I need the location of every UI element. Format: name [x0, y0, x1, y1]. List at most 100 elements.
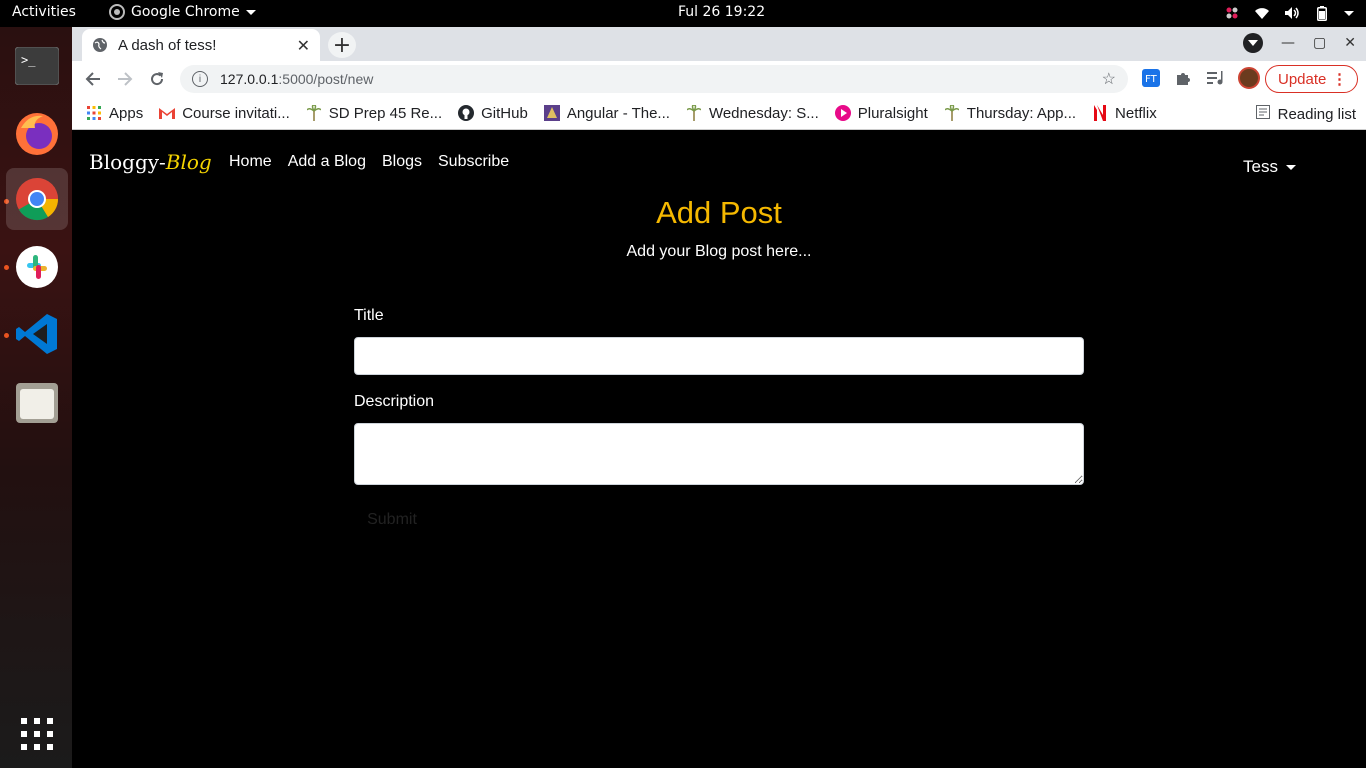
- description-textarea[interactable]: [354, 423, 1084, 485]
- svg-text:>_: >_: [21, 53, 36, 67]
- extensions-area: FT: [1142, 67, 1260, 89]
- bookmark-label: Netflix: [1115, 104, 1157, 122]
- reload-icon[interactable]: [146, 68, 168, 90]
- tab-title: A dash of tess!: [118, 36, 217, 54]
- chrome-icon[interactable]: [6, 168, 68, 230]
- chevron-down-icon: [245, 9, 256, 15]
- bookmark-course-invitation[interactable]: Course invitati...: [159, 105, 290, 122]
- palm-tree-icon: [944, 105, 960, 121]
- page-title: Add Post: [656, 195, 782, 230]
- bookmark-label: Course invitati...: [182, 104, 290, 122]
- site-nav: Home Add a Blog Blogs Subscribe: [229, 153, 509, 171]
- site-brand[interactable]: Bloggy-Blog: [89, 150, 212, 174]
- vscode-icon[interactable]: [6, 303, 68, 365]
- profile-avatar[interactable]: [1238, 67, 1260, 89]
- reading-list-button[interactable]: Reading list: [1255, 105, 1356, 123]
- bookmark-label: Thursday: App...: [966, 104, 1077, 122]
- palm-tree-icon: [306, 105, 322, 121]
- system-tray[interactable]: [1224, 5, 1354, 21]
- page-subtitle: Add your Blog post here...: [626, 243, 812, 260]
- bookmark-label: Apps: [109, 104, 144, 122]
- slack-tray-icon[interactable]: [1224, 5, 1240, 21]
- update-label: Update: [1278, 70, 1327, 88]
- apps-grid-icon: [86, 105, 102, 121]
- volume-icon[interactable]: [1284, 5, 1300, 21]
- bookmark-sd-prep[interactable]: SD Prep 45 Re...: [306, 105, 442, 122]
- address-bar[interactable]: i 127.0.0.1:5000/post/new ☆: [180, 65, 1128, 93]
- dock: >_: [0, 27, 72, 768]
- web-page: Bloggy-Blog Home Add a Blog Blogs Subscr…: [72, 130, 1366, 768]
- extension-ft-icon[interactable]: FT: [1142, 69, 1160, 87]
- nav-add-blog[interactable]: Add a Blog: [288, 153, 366, 171]
- bookmark-pluralsight[interactable]: Pluralsight: [834, 104, 928, 122]
- tab-strip: A dash of tess! ✕ + — ▢ ✕: [72, 27, 1366, 61]
- new-tab-button[interactable]: +: [328, 32, 356, 58]
- battery-icon[interactable]: [1314, 5, 1330, 21]
- submit-button[interactable]: Submit: [354, 506, 430, 534]
- puzzle-icon[interactable]: [1174, 69, 1192, 87]
- minimize-icon[interactable]: —: [1281, 35, 1295, 51]
- bookmark-netflix[interactable]: Netflix: [1092, 105, 1157, 122]
- bookmark-label: Pluralsight: [857, 104, 928, 122]
- title-input[interactable]: [354, 337, 1084, 375]
- bookmark-label: Angular - The...: [566, 104, 670, 122]
- angular-icon: [543, 105, 560, 121]
- brand-accent: Blog: [165, 150, 212, 174]
- pluralsight-icon: [834, 105, 851, 121]
- bookmark-github[interactable]: GitHub: [458, 105, 528, 122]
- browser-window: A dash of tess! ✕ + — ▢ ✕ i 127.0.0.1:50…: [72, 27, 1366, 768]
- bookmark-angular[interactable]: Angular - The...: [543, 104, 670, 122]
- svg-text:FT: FT: [1145, 74, 1158, 85]
- chevron-down-icon: [1285, 164, 1296, 170]
- reading-list-icon: [1255, 105, 1270, 123]
- close-icon[interactable]: ✕: [297, 36, 310, 55]
- user-name: Tess: [1243, 157, 1278, 176]
- globe-icon: [92, 37, 108, 53]
- bookmark-apps[interactable]: Apps: [86, 105, 143, 122]
- title-label: Title: [354, 307, 384, 324]
- activities-button[interactable]: Activities: [12, 4, 76, 20]
- brand-plain: Bloggy-: [89, 150, 166, 174]
- chevron-down-icon[interactable]: [1344, 10, 1354, 16]
- window-controls: — ▢ ✕: [1243, 33, 1356, 53]
- bookmark-thursday[interactable]: Thursday: App...: [944, 105, 1076, 122]
- palm-tree-icon: [686, 105, 702, 121]
- system-top-bar: Activities Google Chrome Ful 26 19:22: [0, 0, 1366, 27]
- media-control-icon[interactable]: [1206, 69, 1224, 87]
- app-grid-icon[interactable]: [6, 703, 68, 765]
- clock[interactable]: Ful 26 19:22: [678, 4, 765, 20]
- nav-blogs[interactable]: Blogs: [382, 153, 422, 171]
- terminal-icon[interactable]: >_: [6, 35, 68, 97]
- user-menu[interactable]: Tess: [1243, 157, 1296, 177]
- browser-tab[interactable]: A dash of tess! ✕: [82, 29, 320, 61]
- update-button[interactable]: Update ⋮: [1265, 65, 1358, 93]
- reading-list-label: Reading list: [1277, 105, 1356, 123]
- app-menu-label: Google Chrome: [131, 4, 240, 20]
- bookmark-wednesday[interactable]: Wednesday: S...: [686, 105, 819, 122]
- maximize-icon[interactable]: ▢: [1313, 35, 1326, 51]
- github-icon: [458, 105, 475, 121]
- description-label: Description: [354, 393, 435, 410]
- gmail-icon: [159, 105, 176, 121]
- back-icon[interactable]: [82, 68, 104, 90]
- url-host: 127.0.0.1: [220, 71, 279, 87]
- forward-icon[interactable]: [114, 68, 136, 90]
- files-icon[interactable]: [6, 372, 68, 434]
- more-vert-icon: ⋮: [1332, 71, 1347, 88]
- bookmark-label: Wednesday: S...: [708, 104, 819, 122]
- wifi-icon[interactable]: [1254, 5, 1270, 21]
- site-info-icon[interactable]: i: [192, 71, 208, 87]
- slack-icon[interactable]: [6, 236, 68, 298]
- netflix-icon: [1092, 105, 1108, 121]
- close-window-icon[interactable]: ✕: [1344, 35, 1356, 51]
- bookmark-label: GitHub: [481, 104, 528, 122]
- tab-search-icon[interactable]: [1243, 33, 1264, 53]
- nav-home[interactable]: Home: [229, 153, 272, 171]
- firefox-icon[interactable]: [6, 103, 68, 165]
- browser-toolbar: i 127.0.0.1:5000/post/new ☆ FT Update ⋮: [72, 61, 1366, 97]
- bookmark-star-icon[interactable]: ☆: [1102, 69, 1116, 89]
- app-menu[interactable]: Google Chrome: [109, 4, 256, 20]
- nav-subscribe[interactable]: Subscribe: [438, 153, 509, 171]
- bookmarks-bar: Apps Course invitati... SD Prep 45 Re...…: [72, 97, 1366, 130]
- bookmark-label: SD Prep 45 Re...: [328, 104, 443, 122]
